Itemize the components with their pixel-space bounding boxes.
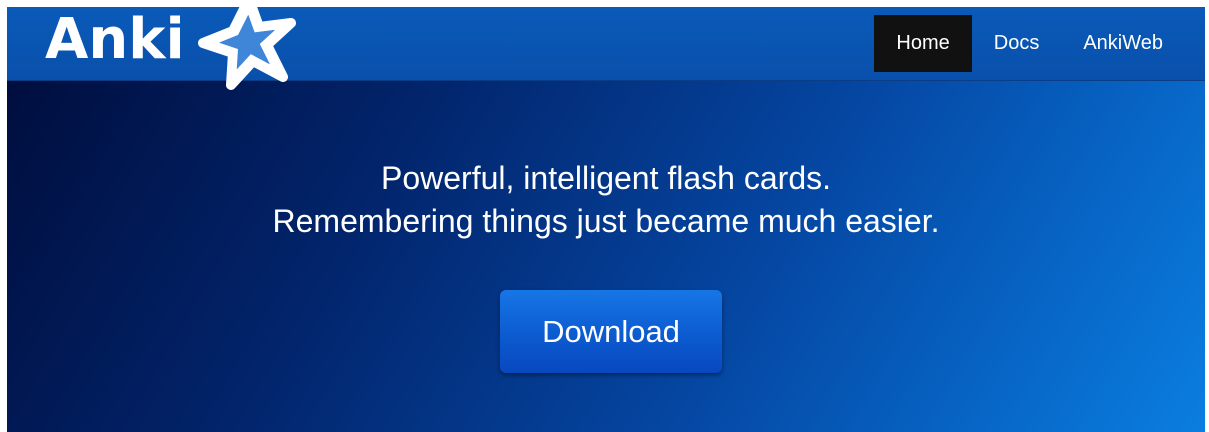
hero-section: Powerful, intelligent flash cards. Remem… — [7, 81, 1205, 432]
brand-logo[interactable]: Anki — [45, 7, 185, 80]
main-nav: Home Docs AnkiWeb — [874, 15, 1185, 72]
hero-subtagline: Remembering things just became much easi… — [272, 203, 940, 239]
nav-ankiweb[interactable]: AnkiWeb — [1061, 15, 1185, 72]
download-button[interactable]: Download — [500, 290, 722, 373]
nav-docs[interactable]: Docs — [972, 15, 1062, 72]
page-frame: Anki Home Docs AnkiWeb Powerful, intelli… — [7, 7, 1205, 432]
star-logo-icon — [198, 7, 296, 90]
navbar: Anki Home Docs AnkiWeb — [7, 7, 1205, 90]
hero-tagline: Powerful, intelligent flash cards. — [381, 160, 831, 196]
brand-text: Anki — [45, 7, 185, 72]
nav-home[interactable]: Home — [874, 15, 972, 72]
